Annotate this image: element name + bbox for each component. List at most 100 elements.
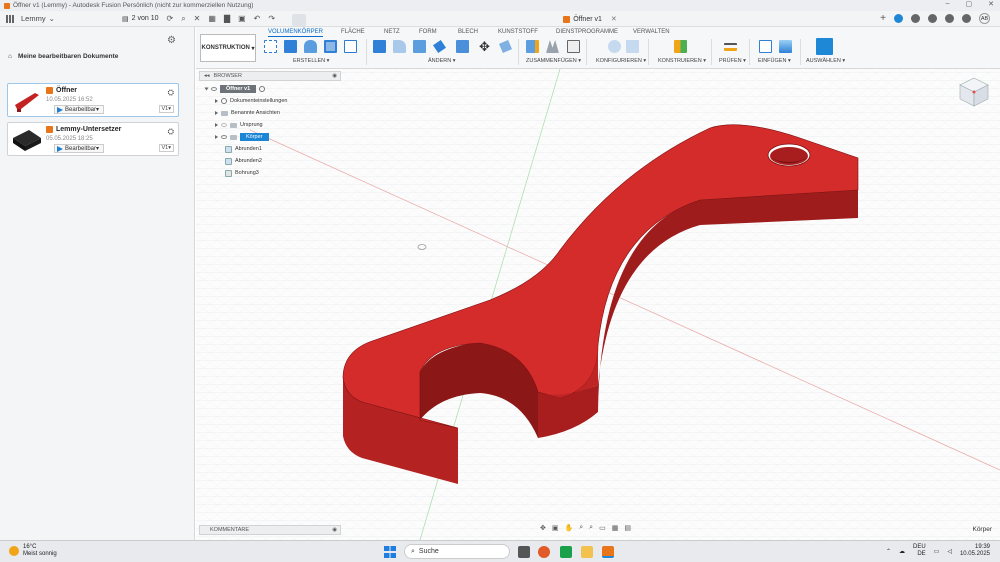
workspace-switcher[interactable]: KONSTRUKTION ▾ <box>200 34 256 62</box>
new-component-icon[interactable] <box>526 40 539 53</box>
version-badge[interactable]: V1▾ <box>158 105 174 113</box>
new-sketch-icon[interactable] <box>264 40 277 53</box>
pin-icon[interactable]: ◉ <box>332 527 337 533</box>
revolve-icon[interactable] <box>304 40 317 53</box>
version-badge[interactable]: V1▾ <box>158 144 174 152</box>
grid-menu-icon[interactable]: ▦ <box>208 14 216 24</box>
task-view-icon[interactable] <box>518 546 530 558</box>
tree-item-benannte-ansichten[interactable]: Benannte Ansichten <box>215 108 280 118</box>
maximize-icon[interactable]: ▢ <box>966 0 973 8</box>
expand-icon[interactable] <box>215 99 218 103</box>
orbit-icon[interactable]: ✥ <box>540 524 546 532</box>
offset-plane-icon[interactable] <box>674 40 687 53</box>
redo-icon[interactable]: ↷ <box>268 14 275 24</box>
help-icon[interactable] <box>894 14 903 23</box>
volume-icon[interactable]: ◁ <box>947 548 952 555</box>
view-cube[interactable] <box>958 76 990 108</box>
fit-icon[interactable]: ⌕ <box>589 524 593 532</box>
pin-icon[interactable]: ◉ <box>332 73 337 79</box>
spreadsheet-app-icon[interactable] <box>560 546 572 558</box>
viewports-icon[interactable]: ▤ <box>624 524 631 532</box>
insert-image-icon[interactable] <box>779 40 792 53</box>
model-canvas[interactable] <box>196 69 1000 540</box>
press-pull-icon[interactable] <box>373 40 386 53</box>
fillet-icon[interactable] <box>393 40 406 53</box>
fusion-taskbar-icon[interactable] <box>602 546 614 558</box>
close-tab-icon[interactable]: ✕ <box>611 15 617 23</box>
activate-icon[interactable] <box>259 86 266 92</box>
close-icon[interactable]: ✕ <box>988 0 994 8</box>
undo-icon[interactable]: ↶ <box>254 14 261 24</box>
group-aendern[interactable]: ÄNDERN ▾ <box>428 58 456 64</box>
group-zusammenfuegen[interactable]: ZUSAMMENFÜGEN ▾ <box>526 58 581 64</box>
tab-flaeche[interactable]: FLÄCHE <box>341 29 365 35</box>
minimize-icon[interactable]: – <box>946 0 950 8</box>
share-icon[interactable]: ⛭ <box>168 127 174 137</box>
home-icon[interactable]: ⌂ <box>8 53 12 60</box>
document-counter[interactable]: ▤ 2 von 10 <box>122 15 158 23</box>
pattern-icon[interactable] <box>344 40 357 53</box>
document-card[interactable]: Öffner 10.05.2025 16:52 Bearbeitbar ▾ V1▾… <box>7 83 179 117</box>
cloud-icon[interactable]: ☁ <box>899 548 905 555</box>
new-tab-icon[interactable]: + <box>880 13 886 24</box>
extensions-icon[interactable] <box>911 14 920 23</box>
group-auswaehlen[interactable]: AUSWÄHLEN ▾ <box>806 58 845 64</box>
language-indicator[interactable]: DEU DE <box>913 544 926 558</box>
extrude-icon[interactable] <box>284 40 297 53</box>
document-tab[interactable]: Öffner v1 ✕ <box>310 11 870 27</box>
as-built-joint-icon[interactable] <box>567 40 580 53</box>
tab-verwalten[interactable]: VERWALTEN <box>633 29 670 35</box>
project-selector[interactable]: Lemmy ⌄ <box>6 14 106 23</box>
chamfer-icon[interactable] <box>413 40 426 53</box>
expand-icon[interactable] <box>215 123 218 127</box>
clock[interactable]: 19:39 10.05.2025 <box>960 544 990 558</box>
share-icon[interactable]: ⛭ <box>168 88 174 98</box>
expand-icon[interactable] <box>204 87 209 91</box>
refresh-icon[interactable]: ⟳ <box>166 14 173 24</box>
jobs-icon[interactable] <box>928 14 937 23</box>
insert-mesh-icon[interactable] <box>759 40 772 53</box>
user-avatar[interactable]: AB <box>979 13 990 24</box>
tab-netz[interactable]: NETZ <box>384 29 400 35</box>
tab-blech[interactable]: BLECH <box>458 29 478 35</box>
visibility-icon[interactable] <box>211 87 217 91</box>
taskbar-search[interactable]: ⌕ Suche <box>404 544 510 559</box>
measure-icon[interactable] <box>724 43 737 51</box>
comments-panel[interactable]: KOMMENTARE ◉ <box>199 525 341 535</box>
apps-grid-icon[interactable] <box>6 14 14 23</box>
tab-form[interactable]: FORM <box>419 29 437 35</box>
combine-icon[interactable] <box>456 40 469 53</box>
expand-icon[interactable] <box>215 111 218 115</box>
tab-kunststoff[interactable]: KUNSTSTOFF <box>498 29 538 35</box>
windows-start-icon[interactable] <box>384 546 396 558</box>
visibility-icon[interactable] <box>221 135 227 139</box>
configure-icon[interactable] <box>608 40 621 53</box>
tree-item-dokumenteinstellungen[interactable]: Dokumenteinstellungen <box>215 96 287 106</box>
tree-item-abrunden2[interactable]: Abrunden2 <box>225 156 262 166</box>
notifications-icon[interactable] <box>945 14 954 23</box>
gear-icon[interactable]: ⚙ <box>167 35 176 46</box>
network-icon[interactable]: ▭ <box>934 548 940 555</box>
tab-dienstprogramme[interactable]: DIENSTPROGRAMME <box>556 29 618 35</box>
group-konfigurieren[interactable]: KONFIGURIEREN ▾ <box>596 58 646 64</box>
close-panel-icon[interactable]: ✕ <box>194 14 201 24</box>
grid-settings-icon[interactable]: ▦ <box>612 524 619 532</box>
visibility-icon[interactable] <box>221 123 227 127</box>
firefox-icon[interactable] <box>538 546 550 558</box>
browser-header[interactable]: ◂◂ BROWSER ◉ <box>199 71 341 81</box>
tree-item-abrunden1[interactable]: Abrunden1 <box>225 144 262 154</box>
tree-item-koerper[interactable]: Körper <box>215 132 269 142</box>
align-icon[interactable] <box>499 40 512 53</box>
search-icon[interactable]: ⌕ <box>181 14 185 24</box>
configure-table-icon[interactable] <box>626 40 639 53</box>
tree-root[interactable]: Öffner v1 <box>204 84 266 94</box>
save-icon[interactable]: ▣ <box>238 14 246 24</box>
tree-item-bohrung3[interactable]: Bohrung3 <box>225 168 259 178</box>
zoom-icon[interactable]: ⌕ <box>579 524 583 532</box>
display-settings-icon[interactable]: ▭ <box>599 524 606 532</box>
info-icon[interactable] <box>962 14 971 23</box>
group-konstruieren[interactable]: KONSTRUIEREN ▾ <box>658 58 706 64</box>
move-icon[interactable]: ✥ <box>478 40 491 53</box>
file-explorer-icon[interactable] <box>581 546 593 558</box>
status-dropdown[interactable]: Bearbeitbar ▾ <box>54 105 105 114</box>
